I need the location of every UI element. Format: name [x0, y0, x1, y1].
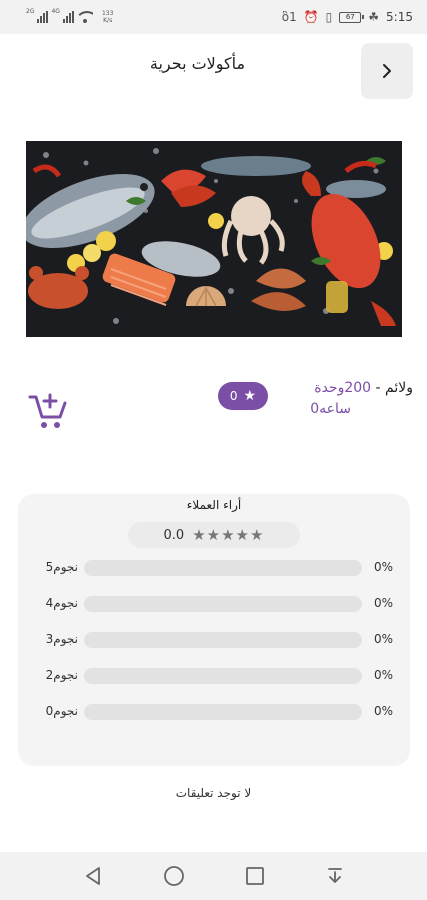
- add-to-cart-button[interactable]: [24, 388, 72, 434]
- stars-icon: ★★★★★: [192, 526, 265, 544]
- wifi-icon: [76, 11, 93, 23]
- header: مأكولات بحرية: [0, 34, 427, 110]
- recents-square-icon: [246, 867, 264, 885]
- nav-back-button[interactable]: [81, 864, 105, 888]
- leaf-icon: ☘: [368, 10, 380, 24]
- rating-percent: 0%: [374, 704, 394, 718]
- status-bar: 2G 4G 133 K/s ὃ1 ⏰ ▯ 67 ☘ 5:15: [0, 0, 427, 34]
- rating-label: 2نجوم: [45, 668, 78, 682]
- alarm-icon: ⏰: [303, 10, 319, 24]
- product-image: [26, 141, 402, 337]
- mascot-icon: ὃ1: [281, 10, 297, 24]
- rating-percent: 0%: [374, 632, 394, 646]
- rating-label: 4نجوم: [45, 596, 78, 610]
- rating-row-0: 0% 0نجوم: [18, 702, 410, 722]
- speed-unit: K/s: [103, 17, 113, 24]
- reviews-card: أراء العملاء 0.0 ★★★★★ 0% 5نجوم 0% 4نجوم…: [18, 494, 410, 766]
- star-icon: ★: [243, 388, 257, 404]
- status-left: 2G 4G 133 K/s: [26, 8, 113, 26]
- reviews-title: أراء العملاء: [186, 498, 242, 512]
- signal-icon: [37, 11, 49, 23]
- rating-label: 3نجوم: [45, 632, 78, 646]
- signal-icon-2: [62, 11, 74, 23]
- network-speed: 133 K/s: [102, 10, 113, 24]
- system-nav-bar: [0, 852, 427, 900]
- product-units: ولائم - 200وحدة: [314, 380, 413, 396]
- rating-percent: 0%: [374, 560, 394, 574]
- rating-label: 0نجوم: [45, 704, 78, 718]
- average-value: 0.0: [163, 527, 185, 543]
- network-tag-2: 4G: [51, 8, 60, 15]
- rating-bar: [84, 668, 362, 684]
- rating-row-3: 0% 3نجوم: [18, 630, 410, 650]
- rating-value: 0: [229, 389, 238, 403]
- no-comments-message: لا توجد تعليقات: [175, 786, 252, 800]
- battery-icon: 67: [339, 11, 365, 23]
- nav-home-button[interactable]: [162, 864, 186, 888]
- rating-row-5: 0% 5نجوم: [18, 558, 410, 578]
- home-circle-icon: [164, 866, 184, 886]
- rating-bar: [84, 596, 362, 612]
- seafood-illustration: [26, 141, 402, 337]
- product-hours: 0ساعه: [310, 401, 351, 417]
- speed-value: 133: [101, 10, 114, 17]
- back-button[interactable]: [361, 43, 413, 99]
- category-prefix: ولائم -: [371, 380, 413, 396]
- average-rating: 0.0 ★★★★★: [128, 522, 300, 548]
- nav-recents-button[interactable]: [243, 864, 267, 888]
- rating-label: 5نجوم: [45, 560, 78, 574]
- back-triangle-icon: [86, 867, 100, 885]
- add-to-cart-icon: [28, 393, 67, 428]
- rating-row-4: 0% 4نجوم: [18, 594, 410, 614]
- page-title-text: مأكولات بحرية: [149, 54, 246, 73]
- nav-notification-button[interactable]: [323, 864, 347, 888]
- rating-bar: [84, 704, 362, 720]
- rating-bar: [84, 560, 362, 576]
- rating-percent: 0%: [374, 668, 394, 682]
- units-value: 200وحدة: [314, 380, 372, 396]
- rating-row-2: 0% 2نجوم: [18, 666, 410, 686]
- status-right: ὃ1 ⏰ ▯ 67 ☘ 5:15: [282, 9, 413, 25]
- status-time: 5:15: [386, 10, 413, 24]
- rating-percent: 0%: [374, 596, 394, 610]
- chevron-right-icon: [383, 64, 391, 78]
- network-tag-1: 2G: [26, 8, 35, 15]
- battery-level: 67: [345, 12, 355, 21]
- vibrate-icon: ▯: [325, 10, 333, 24]
- rating-badge: 0 ★: [218, 382, 268, 410]
- notification-down-icon: [328, 868, 342, 883]
- rating-bar: [84, 632, 362, 648]
